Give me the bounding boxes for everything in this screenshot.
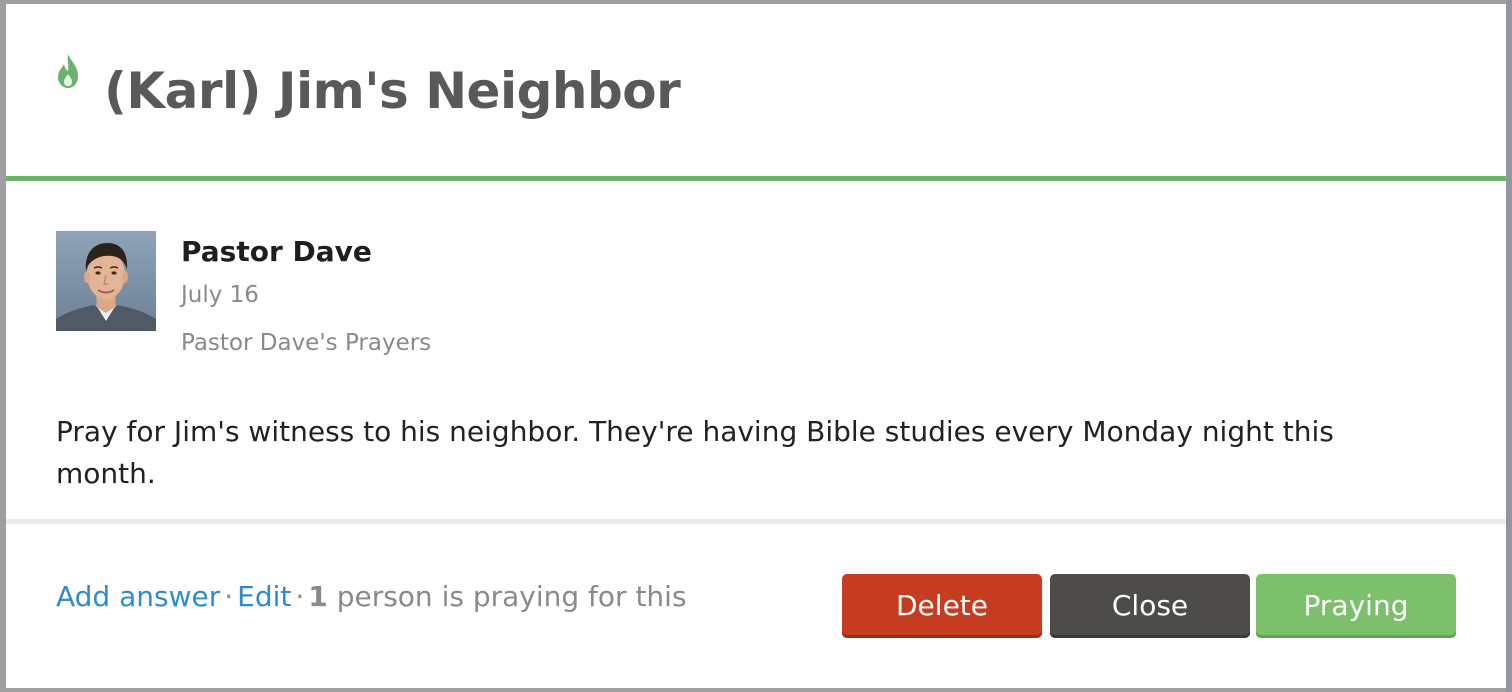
delete-button[interactable]: Delete — [842, 574, 1042, 638]
modal-footer: Add answer · Edit · 1 person is praying for … — [6, 524, 1506, 688]
modal-title: (Karl) Jim's Neighbor — [104, 62, 681, 120]
edit-link[interactable]: Edit — [237, 580, 291, 613]
author-name: Pastor Dave — [181, 235, 372, 268]
prayer-list-name: Pastor Dave's Prayers — [181, 330, 432, 356]
praying-count: 1 — [308, 580, 328, 613]
add-answer-link[interactable]: Add answer — [56, 580, 220, 613]
praying-status-text: person is praying for this — [336, 580, 687, 613]
prayer-request-text: Pray for Jim's witness to his neighbor. … — [56, 415, 1334, 490]
avatar-photo — [56, 231, 156, 331]
prayer-modal: (Karl) Jim's Neighbor Pastor Dave July 1… — [6, 4, 1506, 688]
flame-icon — [58, 54, 78, 88]
praying-button[interactable]: Praying — [1256, 574, 1456, 638]
modal-body: Pastor Dave July 16 Pastor Dave's Prayer… — [6, 181, 1506, 519]
author-avatar — [56, 231, 156, 331]
close-button[interactable]: Close — [1050, 574, 1250, 638]
post-date: July 16 — [181, 282, 259, 308]
footer-separator: · — [224, 580, 234, 613]
modal-header: (Karl) Jim's Neighbor — [6, 4, 1506, 181]
footer-links: Add answer · Edit · 1 person is praying for … — [56, 578, 687, 616]
footer-separator: · — [295, 580, 305, 613]
page-backdrop-edge — [1506, 0, 1512, 692]
